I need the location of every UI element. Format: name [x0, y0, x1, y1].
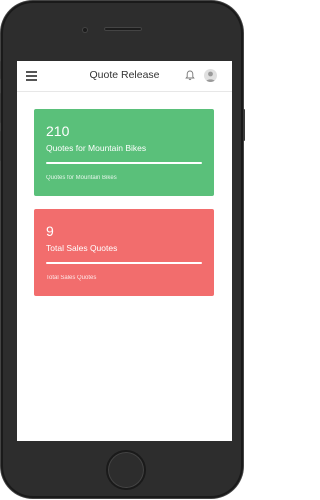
phone-volume-down-button: [0, 131, 1, 161]
card-title: Total Sales Quotes: [46, 243, 118, 253]
card-subtitle: Total Sales Quotes: [46, 275, 97, 281]
phone-volume-up-button: [0, 93, 1, 123]
phone-frame: Quote Release 210 Quotes for Mountain Bi…: [0, 1, 245, 498]
phone-power-button: [243, 109, 245, 141]
card-subtitle: Quotes for Mountain Bikes: [46, 175, 117, 181]
quotes-mountain-bikes-card[interactable]: 210 Quotes for Mountain Bikes Quotes for…: [34, 109, 214, 196]
phone-camera: [83, 28, 87, 32]
phone-side-button: [0, 61, 1, 79]
card-title: Quotes for Mountain Bikes: [46, 143, 147, 153]
app-top-bar: Quote Release: [17, 61, 232, 92]
bell-icon[interactable]: [185, 70, 195, 81]
card-progress-bar: [46, 262, 202, 264]
total-sales-quotes-card[interactable]: 9 Total Sales Quotes Total Sales Quotes: [34, 209, 214, 296]
app-screen: Quote Release 210 Quotes for Mountain Bi…: [17, 61, 232, 441]
card-progress-bar: [46, 162, 202, 164]
card-value: 210: [46, 123, 70, 139]
phone-earpiece: [104, 27, 142, 31]
page-title: Quote Release: [89, 69, 160, 81]
card-value: 9: [46, 223, 54, 239]
phone-home-button[interactable]: [106, 450, 146, 490]
user-avatar-icon[interactable]: [204, 69, 217, 82]
